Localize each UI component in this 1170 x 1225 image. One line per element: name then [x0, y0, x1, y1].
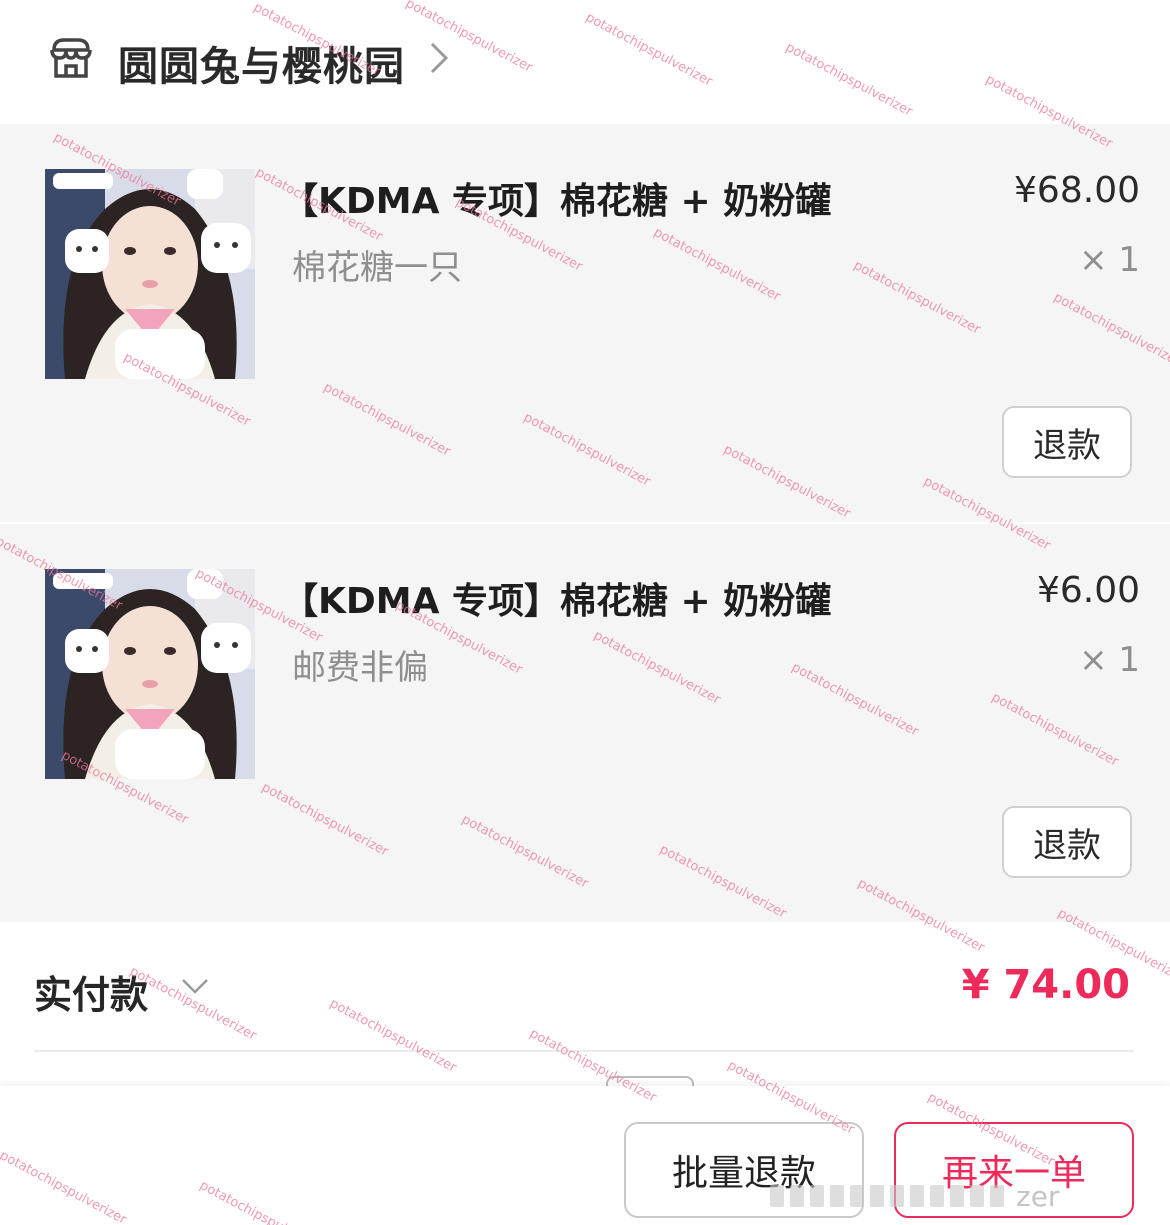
order-item[interactable]: 【KDMA 专项】棉花糖 + 奶粉罐 棉花糖一只 ¥68.00 × 1 退款: [0, 124, 1170, 522]
item-quantity: × 1: [1079, 640, 1140, 680]
product-photo-icon[interactable]: [45, 569, 255, 779]
bottom-action-bar: 批量退款 再来一单: [0, 1086, 1170, 1225]
item-price: ¥6.00: [1036, 570, 1140, 611]
chevron-right-icon[interactable]: [428, 40, 450, 76]
item-sku: 邮费非偏: [292, 648, 428, 688]
item-title[interactable]: 【KDMA 专项】棉花糖 + 奶粉罐: [282, 172, 831, 224]
product-photo-icon[interactable]: [45, 169, 255, 379]
order-number-row-partial: [0, 1052, 1170, 1086]
paid-label: 实付款: [34, 973, 149, 1017]
batch-refund-button[interactable]: 批量退款: [624, 1122, 864, 1218]
shop-header[interactable]: 圆圆兔与樱桃园: [0, 0, 1170, 124]
paid-amount: ¥ 74.00: [961, 962, 1130, 1008]
paid-amount-row[interactable]: 实付款 ¥ 74.00: [0, 924, 1170, 1050]
refund-button[interactable]: 退款: [1002, 806, 1132, 878]
item-price: ¥68.00: [1014, 170, 1140, 211]
chevron-down-icon[interactable]: [180, 976, 210, 996]
copy-button-partial: [606, 1076, 694, 1086]
item-sku: 棉花糖一只: [292, 248, 462, 288]
order-item[interactable]: 【KDMA 专项】棉花糖 + 奶粉罐 邮费非偏 ¥6.00 × 1 退款: [0, 524, 1170, 922]
shop-icon: [50, 38, 92, 78]
item-quantity: × 1: [1079, 240, 1140, 280]
shop-name[interactable]: 圆圆兔与樱桃园: [118, 34, 405, 92]
refund-button[interactable]: 退款: [1002, 406, 1132, 478]
reorder-button[interactable]: 再来一单: [894, 1122, 1134, 1218]
item-title[interactable]: 【KDMA 专项】棉花糖 + 奶粉罐: [282, 572, 831, 624]
